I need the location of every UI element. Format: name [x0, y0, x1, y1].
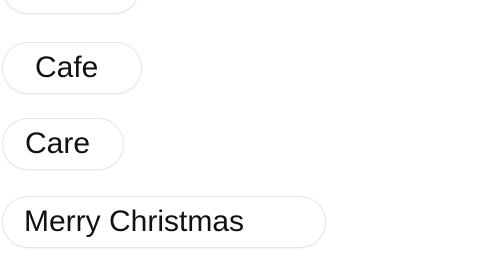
suggestion-chip-partial[interactable] — [2, 0, 140, 14]
suggestion-chip-label: Merry Christmas — [24, 205, 245, 238]
suggestion-chip-cafe[interactable]: Cafe — [2, 42, 142, 94]
suggestion-chip-label: Cafe — [35, 51, 99, 84]
suggestion-chip-merry-christmas[interactable]: Merry Christmas — [2, 196, 326, 248]
suggestion-chip-care[interactable]: Care — [2, 118, 124, 170]
suggestion-chip-label: Care — [25, 127, 91, 160]
